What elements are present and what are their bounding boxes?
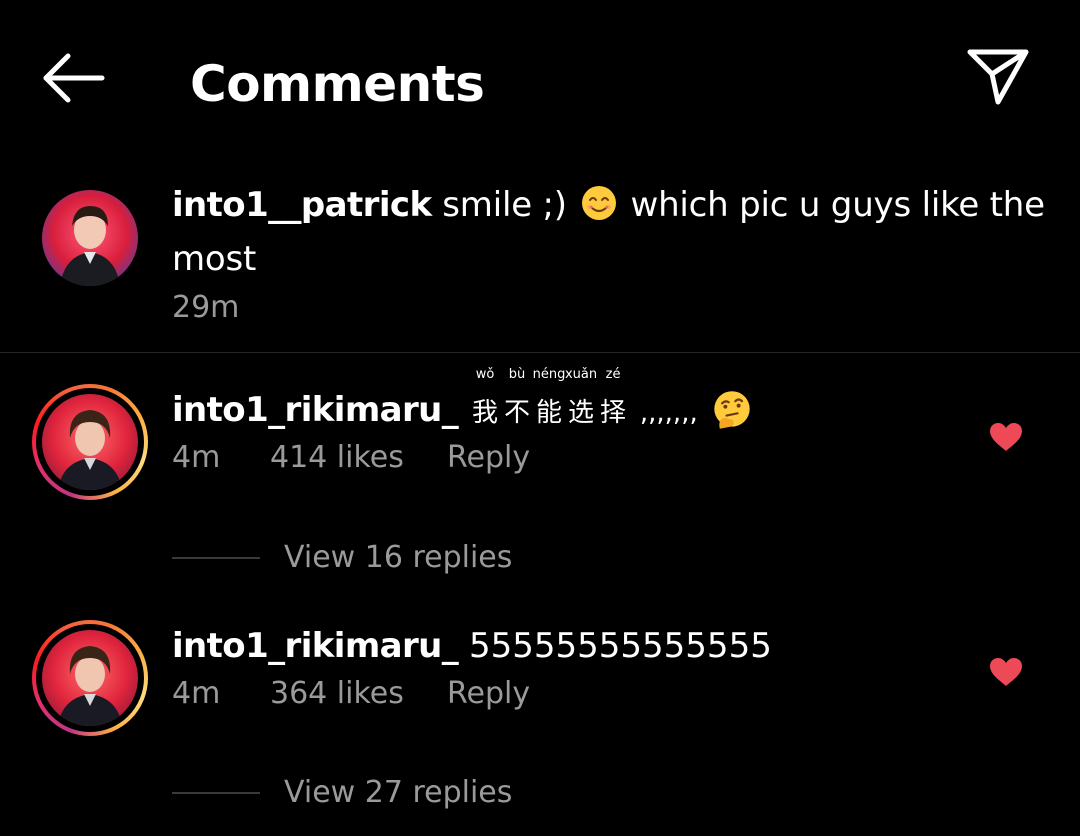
avatar[interactable] (42, 190, 138, 286)
comment-text: 55555555555555 (468, 626, 772, 666)
thinking-face-emoji (713, 391, 750, 429)
profile-photo (42, 394, 138, 490)
reply-button[interactable]: Reply (447, 440, 530, 476)
comment-meta: 4m 414 likes Reply (172, 440, 530, 476)
pinyin-word: néng 能 (532, 367, 566, 429)
likes-count[interactable]: 364 likes (270, 676, 404, 712)
page-title: Comments (190, 55, 485, 113)
likes-count[interactable]: 414 likes (270, 440, 404, 476)
pinyin-word: wǒ 我 (471, 367, 498, 429)
comment-body: into1_rikimaru_ wǒ 我 bù 不 néng 能 xuǎn 选 zé 择 ,,,,… (172, 367, 755, 435)
paper-plane-icon (967, 49, 1029, 105)
share-button[interactable] (960, 42, 1036, 110)
pinyin-word: bù 不 (504, 367, 531, 429)
comment-username[interactable]: into1_rikimaru_ (172, 390, 459, 430)
smiling-face-emoji (581, 186, 616, 220)
reply-button[interactable]: Reply (447, 676, 530, 712)
view-replies[interactable]: View 27 replies (172, 775, 532, 811)
caption-username[interactable]: into1__patrick (172, 185, 432, 225)
comments-header: Comments (0, 0, 1080, 160)
caption-timestamp: 29m (172, 290, 240, 325)
back-button[interactable] (36, 48, 112, 108)
caption-text-end: which pic u guys like the (630, 185, 1045, 225)
pinyin-word: xuǎn 选 (564, 367, 598, 429)
pinyin-word: zé 择 (600, 367, 627, 429)
replies-divider-line (172, 792, 260, 794)
caption-text-start: smile ;) (442, 185, 567, 225)
avatar (42, 630, 138, 726)
comment-username[interactable]: into1_rikimaru_ (172, 626, 459, 666)
comment-timestamp: 4m (172, 440, 221, 475)
caption-text-line2: most (172, 239, 257, 279)
heart-icon[interactable] (989, 657, 1023, 687)
story-ring[interactable] (32, 384, 148, 500)
view-replies[interactable]: View 16 replies (172, 540, 532, 576)
story-ring[interactable] (32, 620, 148, 736)
divider (0, 352, 1080, 353)
arrow-left-icon (43, 53, 105, 103)
view-replies-link[interactable]: View 16 replies (284, 540, 512, 576)
comment-timestamp: 4m (172, 676, 221, 711)
avatar (42, 394, 138, 490)
comment-meta: 4m 364 likes Reply (172, 676, 530, 712)
comment-body: into1_rikimaru_ 55555555555555 (172, 624, 772, 668)
replies-divider-line (172, 557, 260, 559)
profile-photo (42, 190, 138, 286)
post-caption: into1__patrick smile ;) which pic u guys… (172, 178, 1052, 286)
heart-icon[interactable] (989, 422, 1023, 452)
profile-photo (42, 630, 138, 726)
view-replies-link[interactable]: View 27 replies (284, 775, 512, 811)
comment-text: ,,,,,,, (639, 398, 698, 428)
